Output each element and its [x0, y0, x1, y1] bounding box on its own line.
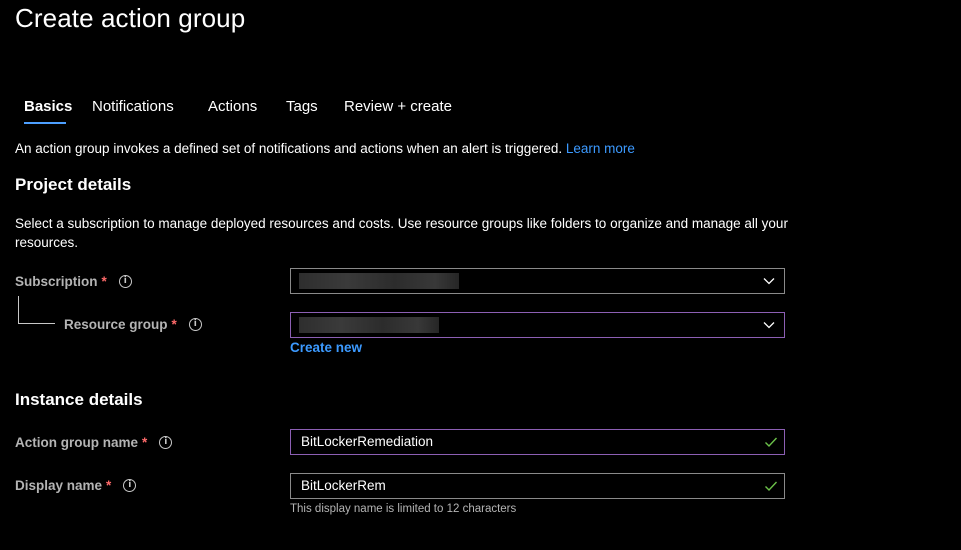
required-asterisk: * — [142, 435, 148, 450]
action-group-name-input[interactable]: BitLockerRemediation — [290, 429, 785, 455]
info-icon[interactable]: i — [123, 479, 137, 492]
tree-connector-horizontal — [18, 323, 55, 324]
intro-text: An action group invokes a defined set of… — [15, 141, 635, 156]
page-title: Create action group — [15, 3, 246, 33]
chevron-down-icon — [763, 322, 775, 329]
info-icon[interactable]: i — [118, 275, 132, 288]
resource-group-label-text: Resource group — [64, 317, 168, 332]
info-icon[interactable]: i — [188, 318, 202, 331]
display-name-label: Display name * i — [15, 478, 137, 493]
resource-group-label: Resource group * i — [64, 317, 202, 332]
subscription-label-text: Subscription — [15, 274, 98, 289]
required-asterisk: * — [101, 274, 107, 289]
intro-description: An action group invokes a defined set of… — [15, 141, 563, 156]
required-asterisk: * — [171, 317, 177, 332]
tab-tags[interactable]: Tags — [286, 98, 318, 115]
display-name-input[interactable]: BitLockerRem — [290, 473, 785, 499]
checkmark-icon — [765, 481, 778, 492]
learn-more-link[interactable]: Learn more — [566, 141, 635, 156]
tab-basics[interactable]: Basics — [24, 98, 72, 115]
checkmark-icon — [765, 437, 778, 448]
redacted-resource-group-value — [299, 317, 439, 333]
display-name-hint: This display name is limited to 12 chara… — [290, 503, 517, 515]
tab-notifications[interactable]: Notifications — [92, 98, 174, 115]
project-details-heading: Project details — [15, 175, 132, 194]
action-group-name-label: Action group name * i — [15, 435, 173, 450]
subscription-label: Subscription * i — [15, 274, 132, 289]
display-name-value[interactable]: BitLockerRem — [301, 474, 386, 498]
redacted-subscription-value — [299, 273, 459, 289]
tab-review-create[interactable]: Review + create — [344, 98, 452, 115]
instance-details-heading: Instance details — [15, 390, 143, 409]
action-group-name-label-text: Action group name — [15, 435, 139, 450]
tree-connector-vertical — [18, 296, 19, 324]
action-group-name-value[interactable]: BitLockerRemediation — [301, 430, 433, 454]
info-icon[interactable]: i — [159, 436, 173, 449]
display-name-label-text: Display name — [15, 478, 103, 493]
tab-actions[interactable]: Actions — [208, 98, 257, 115]
required-asterisk: * — [106, 478, 112, 493]
create-new-link[interactable]: Create new — [290, 340, 362, 355]
project-details-description: Select a subscription to manage deployed… — [15, 216, 788, 250]
create-action-group-page: Create action group Basics Notifications… — [0, 0, 961, 550]
subscription-dropdown[interactable] — [290, 268, 785, 294]
resource-group-dropdown[interactable] — [290, 312, 785, 338]
active-tab-indicator — [24, 122, 66, 124]
chevron-down-icon — [763, 278, 775, 285]
